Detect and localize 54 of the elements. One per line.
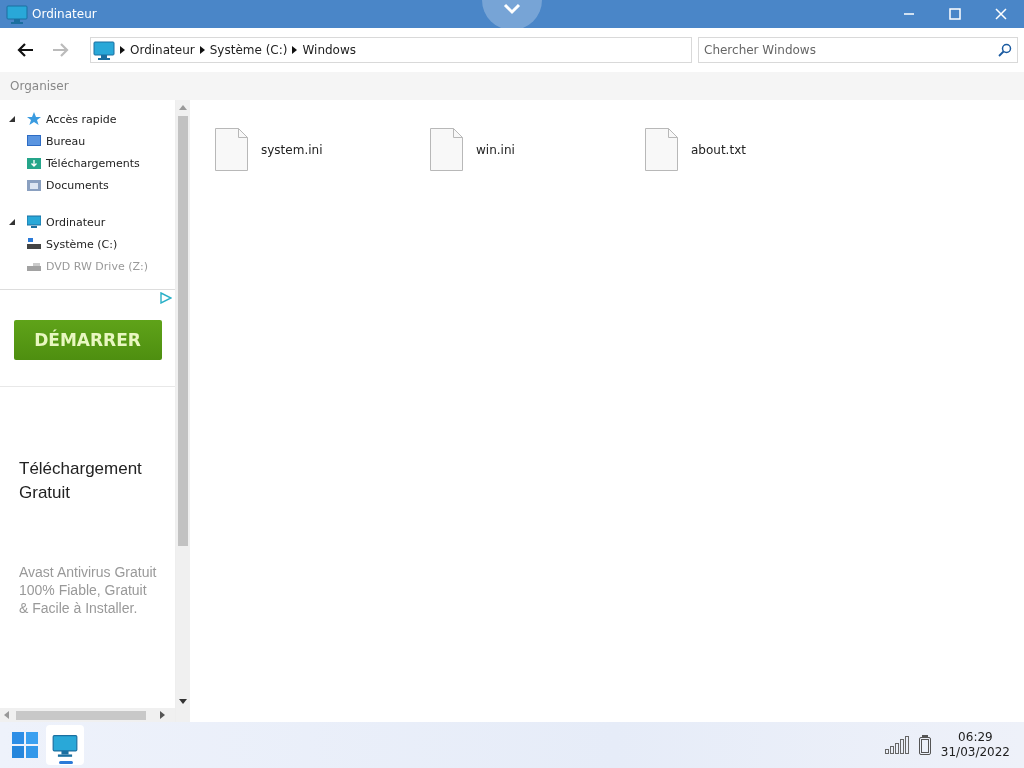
- maximize-icon: [947, 6, 963, 22]
- horizontal-scrollbar[interactable]: [0, 708, 175, 722]
- battery-icon[interactable]: [918, 735, 931, 755]
- scroll-up-icon[interactable]: [179, 105, 187, 110]
- computer-icon: [27, 215, 41, 229]
- computer-icon: [93, 40, 115, 60]
- back-arrow-icon: [16, 42, 34, 58]
- computer-icon: [6, 4, 28, 24]
- scroll-right-icon[interactable]: [160, 711, 165, 719]
- vertical-scrollbar[interactable]: [176, 100, 190, 722]
- caret-icon: [120, 46, 125, 54]
- tree-item[interactable]: Bureau: [0, 130, 175, 152]
- tree-item[interactable]: Ordinateur: [0, 211, 175, 233]
- file-item[interactable]: about.txt: [645, 128, 860, 171]
- file-explorer-button[interactable]: [46, 725, 84, 765]
- windows-logo-icon: [12, 732, 38, 758]
- breadcrumb[interactable]: Ordinateur: [130, 43, 195, 57]
- close-icon: [993, 6, 1009, 22]
- minimize-icon: [901, 13, 917, 15]
- caret-icon: [292, 46, 298, 54]
- breadcrumb[interactable]: Windows: [302, 43, 357, 57]
- window-title: Ordinateur: [32, 7, 97, 21]
- address-bar[interactable]: Ordinateur Système (C:) Windows: [90, 37, 692, 63]
- computer-icon: [52, 733, 78, 757]
- ad-heading: Téléchargement Gratuit: [19, 458, 143, 504]
- download-folder-icon: [27, 156, 41, 170]
- file-item[interactable]: win.ini: [430, 128, 645, 171]
- file-item[interactable]: system.ini: [215, 128, 430, 171]
- collapse-triangle-icon[interactable]: [8, 115, 16, 123]
- clock-date[interactable]: 31/03/2022: [940, 745, 1010, 760]
- forward-arrow-icon: [52, 42, 70, 58]
- search-field[interactable]: Chercher Windows: [698, 37, 1018, 63]
- caret-icon: [199, 46, 205, 54]
- chevron-down-icon: [502, 2, 522, 16]
- document-icon: [215, 128, 248, 171]
- documents-folder-icon: [27, 178, 41, 192]
- scroll-left-icon[interactable]: [4, 711, 9, 719]
- tree-item[interactable]: Accès rapide: [0, 108, 175, 130]
- document-icon: [645, 128, 678, 171]
- signal-icon[interactable]: [884, 736, 909, 754]
- scroll-down-icon[interactable]: [179, 699, 187, 704]
- collapse-triangle-icon[interactable]: [8, 218, 16, 226]
- tree-item[interactable]: Téléchargements: [0, 152, 175, 174]
- tree-item[interactable]: Système (C:): [0, 233, 175, 255]
- breadcrumb[interactable]: Système (C:): [209, 43, 288, 57]
- play-triangle-icon[interactable]: [160, 292, 172, 304]
- document-icon: [430, 128, 463, 171]
- ad-text: Avast Antivirus Gratuit 100% Fiable, Gratuit & Facile à Installer.: [19, 563, 158, 617]
- star-icon: [27, 112, 41, 126]
- tree-item[interactable]: Documents: [0, 174, 175, 196]
- search-icon[interactable]: [998, 43, 1012, 57]
- desktop-icon: [27, 134, 41, 148]
- drive-icon: [27, 237, 41, 251]
- clock-time[interactable]: 06:29: [958, 730, 993, 745]
